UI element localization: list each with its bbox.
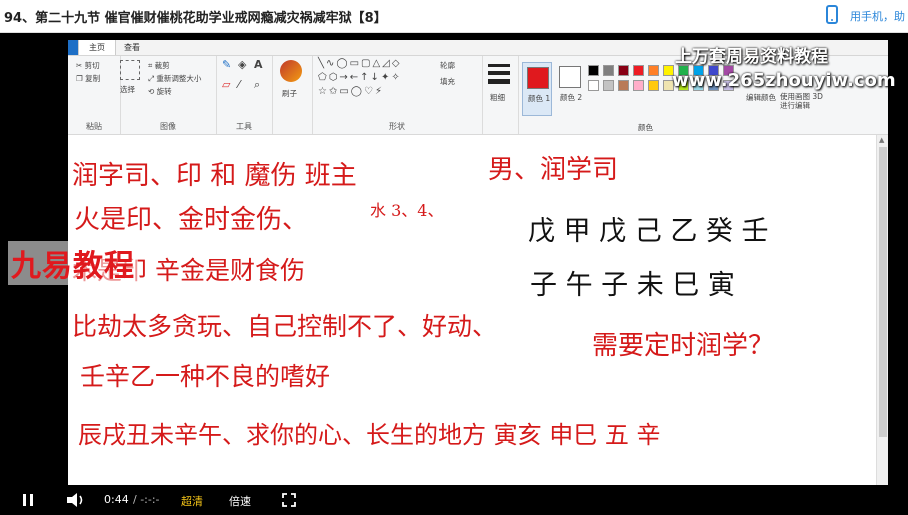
handwriting-bazi-branches: 子 午 子 未 巳 寅 xyxy=(530,270,735,301)
title-bar: 94、第二十九节 催官催财催桃花助学业戒网瘾减灾祸减牢狱【8】 用手机，助 xyxy=(0,0,908,33)
handwriting-line-9: 辰戌丑未辛午、求你的心、长生的地方 寅亥 申巳 五 辛 xyxy=(78,421,661,449)
brush-icon[interactable] xyxy=(280,60,302,82)
speed-button[interactable]: 倍速 xyxy=(229,493,251,509)
scroll-up-icon[interactable]: ▲ xyxy=(879,136,884,144)
video-player[interactable]: 主页 查看 ✂ 剪切 ❐ 复制 粘贴 选择 ⌗ 裁剪 ⤢ 重新调整大小 ⟲ 旋转… xyxy=(0,33,908,515)
color-2-swatch xyxy=(559,66,581,88)
outline-button[interactable]: 轮廓 xyxy=(440,60,455,71)
player-controls: 0:44 / -:-:- 超清 倍速 xyxy=(0,485,908,515)
palette-swatch[interactable] xyxy=(618,65,629,76)
brushes-button[interactable]: 刷子 xyxy=(282,88,297,99)
fullscreen-icon[interactable] xyxy=(282,493,296,507)
color-1-label: 颜色 1 xyxy=(528,94,551,103)
magnifier-icon[interactable]: ⌕ xyxy=(254,78,260,92)
crop-button[interactable]: ⌗ 裁剪 xyxy=(148,60,170,71)
image-group: 选择 ⌗ 裁剪 ⤢ 重新调整大小 ⟲ 旋转 图像 xyxy=(120,56,217,134)
text-icon[interactable]: A xyxy=(254,58,263,71)
current-time: 0:44 xyxy=(104,493,129,506)
pencil-icon[interactable]: ✎ xyxy=(222,58,231,71)
palette-swatch[interactable] xyxy=(633,65,644,76)
rotate-button[interactable]: ⟲ 旋转 xyxy=(148,86,172,97)
resize-label: 重新调整大小 xyxy=(156,74,202,83)
tools-group-label: 工具 xyxy=(236,122,252,131)
shapes-group-label: 形状 xyxy=(389,122,405,131)
copy-button[interactable]: ❐ 复制 xyxy=(76,73,100,84)
image-group-label: 图像 xyxy=(160,122,176,131)
handwriting-line-1: 润字司、印 和 魔伤 班主 xyxy=(72,161,357,191)
file-tab[interactable] xyxy=(68,40,78,55)
handwriting-bazi-stems: 戊 甲 戊 己 乙 癸 壬 xyxy=(528,216,769,247)
shapes-gallery-row3[interactable]: ☆✩▭◯♡⚡ xyxy=(318,86,384,97)
palette-swatch[interactable] xyxy=(588,80,599,91)
edit-colors-button[interactable]: 编辑颜色 xyxy=(746,92,776,103)
cut-button[interactable]: ✂ 剪切 xyxy=(76,60,100,71)
shapes-group: ╲∿◯▭▢△◿◇ ⬠⬡→←↑↓✦✧ ☆✩▭◯♡⚡ 轮廓 填充 形状 xyxy=(312,56,483,134)
tab-view[interactable]: 查看 xyxy=(124,40,140,55)
size-line-icon xyxy=(488,64,510,67)
size-group: 粗细 xyxy=(482,56,519,134)
drawing-canvas[interactable]: 润字司、印 和 魔伤 班主 男、润学司 火是印、金时金伤、 水 3、4、 戊 甲… xyxy=(68,135,876,485)
clipboard-group-label: 粘贴 xyxy=(86,122,102,131)
size-button[interactable]: 粗细 xyxy=(490,92,505,103)
colors-group-label: 颜色 xyxy=(638,123,653,132)
color-1-swatch xyxy=(527,67,549,89)
tools-group: ✎ ◈ A ▱ ⁄ ⌕ 工具 xyxy=(216,56,273,134)
paint-window: 主页 查看 ✂ 剪切 ❐ 复制 粘贴 选择 ⌗ 裁剪 ⤢ 重新调整大小 ⟲ 旋转… xyxy=(68,40,888,485)
fill-button[interactable]: 填充 xyxy=(440,76,455,87)
handwriting-line-8: 壬辛乙一种不良的嗜好 xyxy=(80,362,331,391)
volume-icon[interactable] xyxy=(66,492,86,508)
mobile-link[interactable]: 用手机，助 xyxy=(850,8,905,24)
palette-swatch[interactable] xyxy=(648,80,659,91)
color-2-label: 颜色 2 xyxy=(560,93,583,102)
handwriting-line-3: 火是印、金时金伤、 xyxy=(74,205,309,235)
copy-label: 复制 xyxy=(85,74,101,83)
palette-swatch[interactable] xyxy=(618,80,629,91)
quality-button[interactable]: 超清 xyxy=(181,493,203,509)
palette-swatch[interactable] xyxy=(588,65,599,76)
size-line-icon-2 xyxy=(488,71,510,75)
brushes-group: 刷子 xyxy=(272,56,313,134)
palette-swatch[interactable] xyxy=(603,65,614,76)
size-line-icon-3 xyxy=(488,79,510,84)
clipboard-group: ✂ 剪切 ❐ 复制 粘贴 xyxy=(68,56,121,134)
select-icon[interactable] xyxy=(120,60,140,80)
crop-label: 裁剪 xyxy=(154,61,170,70)
ribbon: ✂ 剪切 ❐ 复制 粘贴 选择 ⌗ 裁剪 ⤢ 重新调整大小 ⟲ 旋转 图像 ✎ … xyxy=(68,56,888,135)
eraser-icon[interactable]: ▱ xyxy=(222,78,230,91)
duration: / -:-:- xyxy=(133,493,160,506)
shapes-gallery-row2[interactable]: ⬠⬡→←↑↓✦✧ xyxy=(318,72,402,83)
handwriting-line-4: 水 3、4、 xyxy=(370,201,444,220)
mobile-phone-icon[interactable] xyxy=(826,5,838,24)
pause-icon[interactable] xyxy=(22,494,34,506)
watermark-line-1: 上万套周易资料教程 xyxy=(675,47,828,67)
tab-home[interactable]: 主页 xyxy=(78,40,116,55)
paint3d-button[interactable]: 使用画图 3D 进行编辑 xyxy=(780,92,830,110)
color-picker-icon[interactable]: ⁄ xyxy=(238,78,240,91)
page-title: 94、第二十九节 催官催财催桃花助学业戒网瘾减灾祸减牢狱【8】 xyxy=(4,11,387,26)
scroll-thumb[interactable] xyxy=(879,147,887,437)
fill-icon[interactable]: ◈ xyxy=(238,58,246,71)
rotate-label: 旋转 xyxy=(156,87,172,96)
handwriting-line-7: 需要定时润学？ xyxy=(592,331,775,361)
select-button[interactable]: 选择 xyxy=(120,84,135,95)
palette-swatch[interactable] xyxy=(648,65,659,76)
handwriting-line-6: 比劫太多贪玩、自己控制不了、好动、 xyxy=(72,312,498,341)
color-2-button[interactable]: 颜色 2 xyxy=(556,62,582,114)
cut-label: 剪切 xyxy=(84,61,100,70)
shapes-gallery[interactable]: ╲∿◯▭▢△◿◇ xyxy=(318,58,402,69)
palette-swatch[interactable] xyxy=(633,80,644,91)
color-1-button[interactable]: 颜色 1 xyxy=(522,62,552,116)
resize-button[interactable]: ⤢ 重新调整大小 xyxy=(148,73,201,84)
site-logo: 九易教程 xyxy=(8,241,138,285)
handwriting-line-2: 男、润学司 xyxy=(488,155,619,185)
watermark-line-2: www.265zhouyiw.com xyxy=(672,70,896,91)
vertical-scrollbar[interactable]: ▲ xyxy=(876,135,888,485)
palette-swatch[interactable] xyxy=(603,80,614,91)
